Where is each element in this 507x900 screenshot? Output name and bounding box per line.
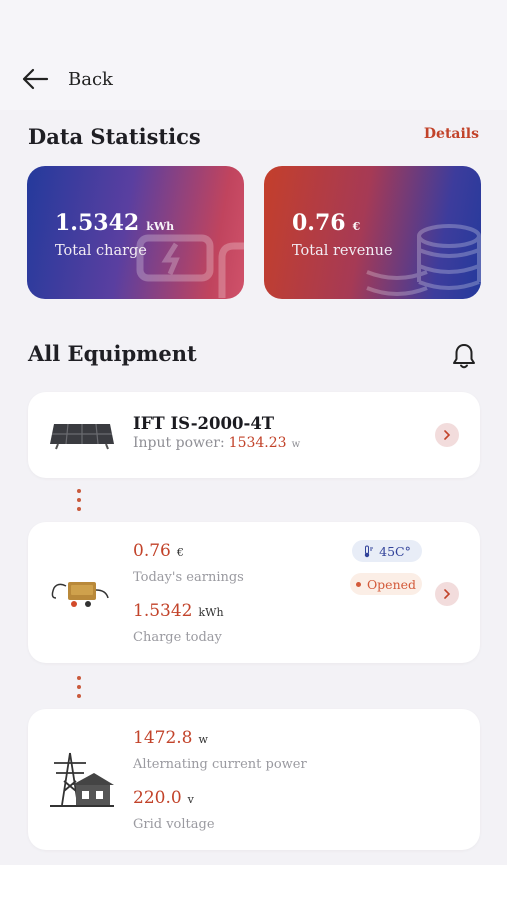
status-text: Opened: [366, 576, 417, 592]
data-statistics-title: Data Statistics: [28, 124, 201, 149]
coins-decoration-icon: [366, 224, 481, 296]
all-equipment-title: All Equipment: [28, 341, 197, 366]
charge-today-value: 1.5342 kWh: [133, 601, 224, 621]
temperature-badge: 45C°: [352, 540, 422, 562]
charge-today-label: Charge today: [133, 630, 222, 645]
battery-decoration-icon: [136, 234, 244, 298]
total-charge-unit: kWh: [146, 220, 175, 233]
total-revenue-label: Total revenue: [292, 243, 393, 259]
earnings-number: 0.76: [133, 541, 171, 561]
grid-voltage-number: 220.0: [133, 788, 182, 808]
ac-power-label: Alternating current power: [133, 757, 307, 772]
status-dot: [355, 581, 361, 587]
back-label: Back: [68, 68, 113, 90]
panel-detail-button[interactable]: [435, 423, 459, 447]
ac-power-unit: w: [198, 733, 208, 746]
microinverter-icon: [51, 582, 109, 607]
input-power-value: 1534.23: [228, 435, 287, 451]
earnings-unit: €: [176, 546, 184, 559]
solar-panel-card[interactable]: IFT IS-2000-4T Input power: 1534.23 w: [28, 392, 480, 478]
bell-icon[interactable]: [451, 342, 477, 370]
grid-voltage-value: 220.0 v: [133, 788, 194, 808]
device-name: IFT IS-2000-4T: [133, 414, 275, 433]
power-grid-card[interactable]: 1472.8 w Alternating current power 220.0 v…: [28, 709, 480, 850]
charge-today-number: 1.5342: [133, 601, 193, 621]
ac-power-number: 1472.8: [133, 728, 193, 748]
bottom-safe-area: [0, 865, 507, 900]
back-button[interactable]: Back: [20, 64, 113, 94]
input-power-line: Input power: 1534.23 w: [133, 435, 300, 451]
thermometer-icon: [364, 545, 374, 557]
total-revenue-unit: €: [352, 220, 361, 233]
inverter-detail-button[interactable]: [435, 582, 459, 606]
total-charge-label: Total charge: [55, 243, 147, 259]
status-badge: Opened: [350, 573, 422, 595]
temperature-value: 45C°: [379, 543, 411, 559]
total-charge-value: 1.5342 kWh: [55, 210, 174, 236]
total-revenue-card[interactable]: 0.76 € Total revenue: [264, 166, 481, 299]
grid-voltage-unit: v: [187, 793, 194, 806]
microinverter-card[interactable]: 0.76 € Today's earnings 1.5342 kWh Charge …: [28, 522, 480, 663]
charge-today-unit: kWh: [198, 606, 224, 619]
total-charge-number: 1.5342: [55, 210, 140, 236]
chevron-right-icon: [444, 430, 451, 440]
earnings-label: Today's earnings: [133, 570, 244, 585]
flow-connector: [76, 676, 81, 703]
ac-power-value: 1472.8 w: [133, 728, 208, 748]
input-power-unit: w: [291, 439, 301, 450]
grid-voltage-label: Grid voltage: [133, 817, 215, 832]
arrow-left-icon: [22, 68, 49, 90]
solar-panel-icon: [50, 423, 114, 450]
earnings-value: 0.76 €: [133, 541, 184, 561]
total-charge-card[interactable]: 1.5342 kWh Total charge: [27, 166, 244, 299]
chevron-right-icon: [444, 589, 451, 599]
input-power-label: Input power:: [133, 435, 225, 451]
total-revenue-number: 0.76: [292, 210, 346, 236]
flow-connector: [76, 489, 81, 516]
power-grid-house-icon: [50, 752, 114, 807]
total-revenue-value: 0.76 €: [292, 210, 360, 236]
details-link[interactable]: Details: [424, 126, 479, 142]
